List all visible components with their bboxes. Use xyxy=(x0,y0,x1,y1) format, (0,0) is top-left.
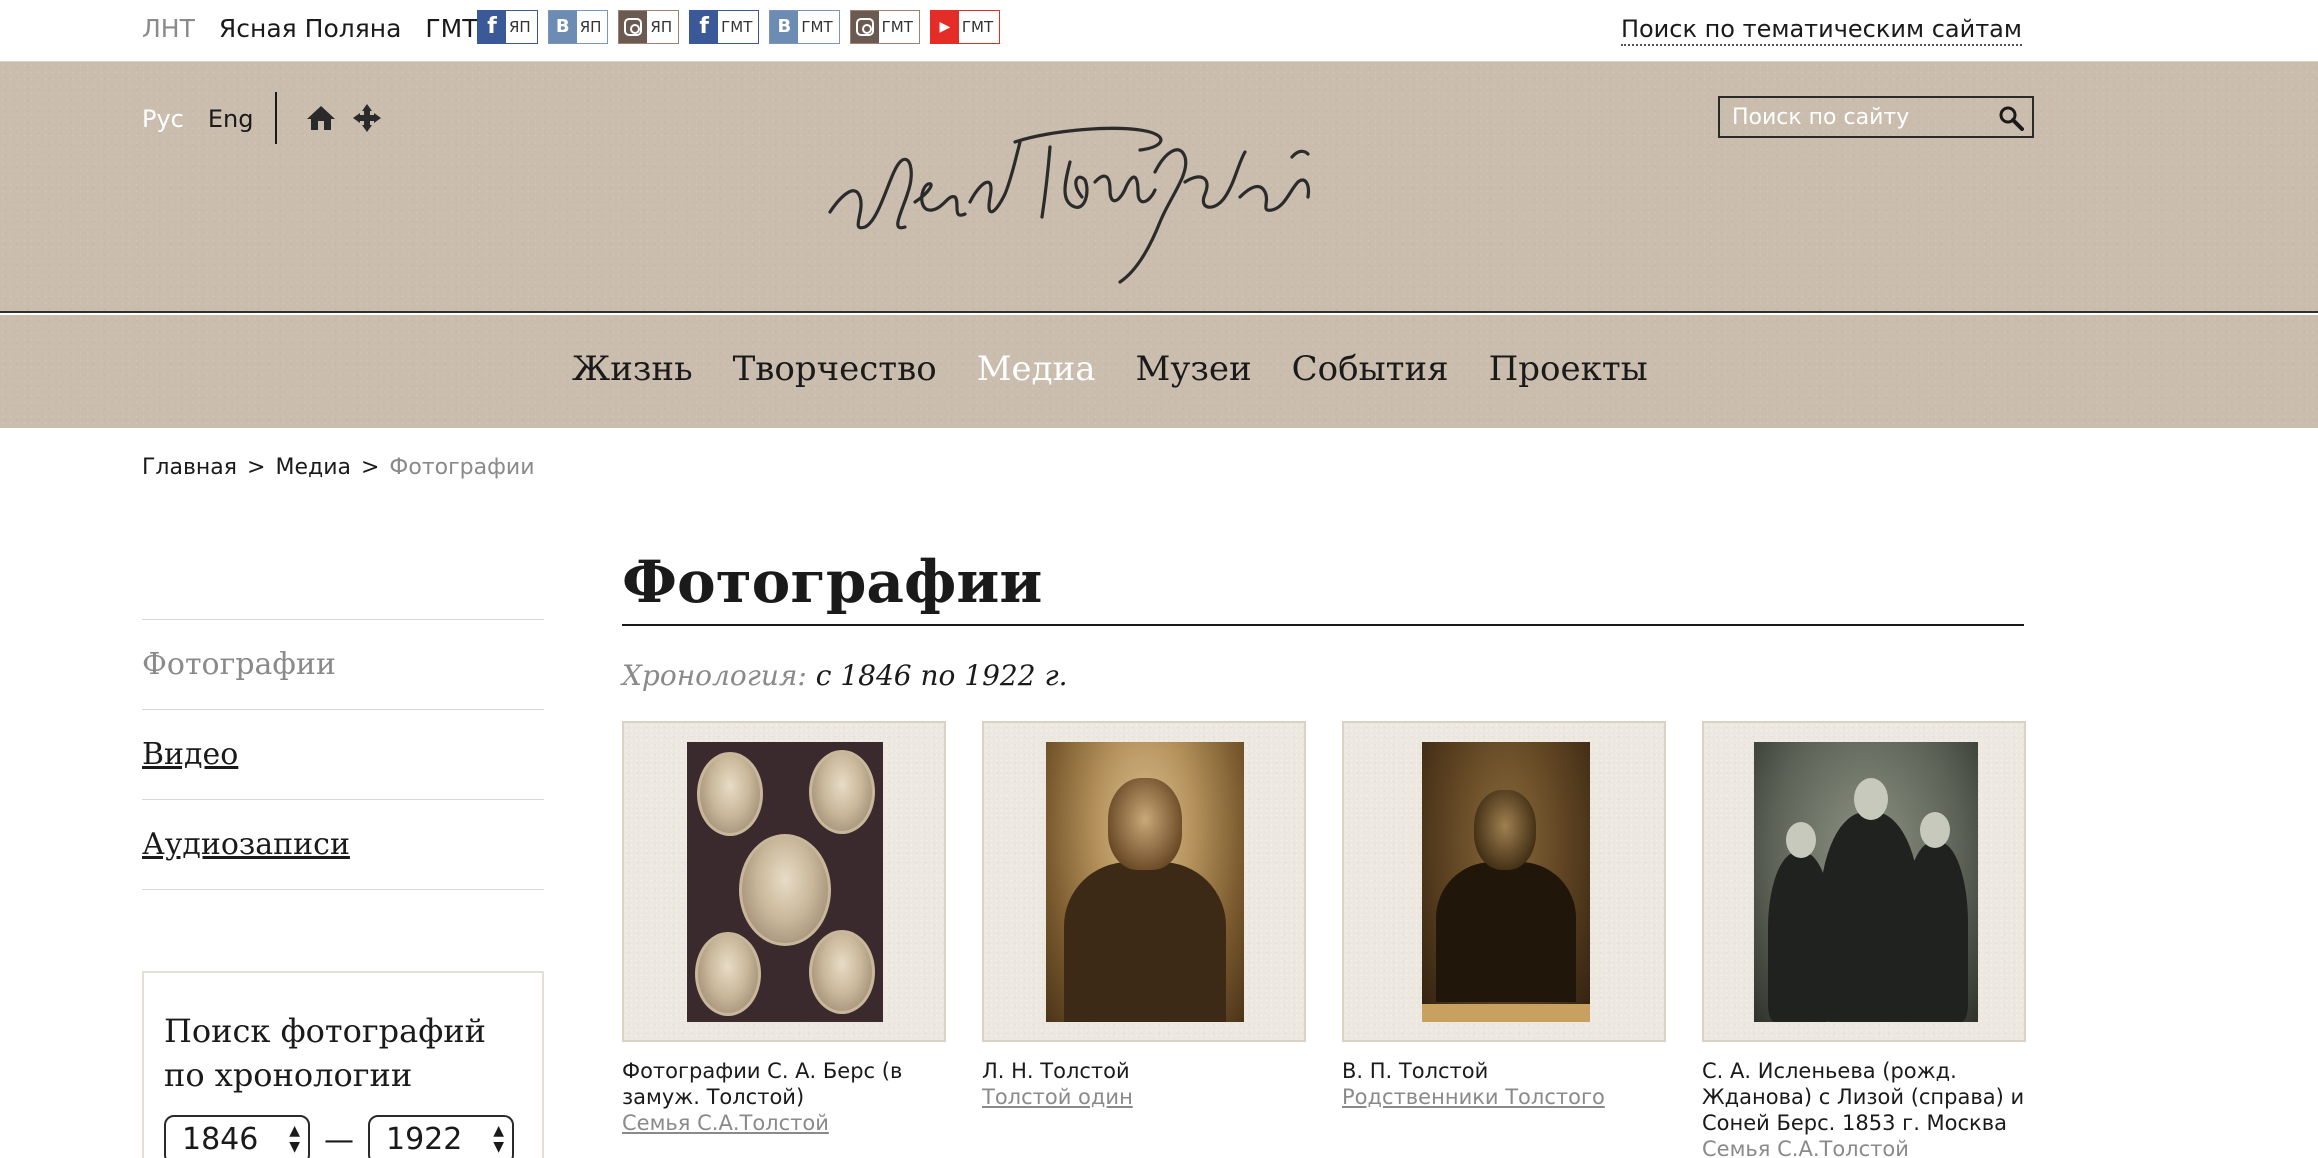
sidebar-item-photos: Фотографии xyxy=(142,619,544,709)
search-icon[interactable] xyxy=(1998,105,2024,131)
facebook-icon: f xyxy=(478,11,506,43)
photo-caption[interactable]: С. А. Исленьева (рожд. Жданова) с Лизой … xyxy=(1702,1058,2026,1136)
stepper-arrows-icon: ▲ ▼ xyxy=(289,1123,300,1155)
nav-item-museums[interactable]: Музеи xyxy=(1136,347,1252,391)
social-youtube-gmt[interactable]: ▶ ГМТ xyxy=(929,10,1001,44)
breadcrumb: Главная > Медиа > Фотографии xyxy=(142,453,535,483)
lang-en[interactable]: Eng xyxy=(208,104,254,134)
sidebar-menu: Фотографии Видео Аудиозаписи xyxy=(142,619,544,890)
photo-image xyxy=(687,742,883,1022)
photo-thumbnail[interactable] xyxy=(622,721,946,1042)
youtube-icon: ▶ xyxy=(930,11,959,43)
language-switch: Рус Eng xyxy=(142,104,253,134)
photo-category-link[interactable]: Семья С.А.Толстой xyxy=(622,1110,946,1136)
facebook-icon: f xyxy=(690,11,719,43)
social-facebook-gmt[interactable]: f ГМТ xyxy=(689,10,760,44)
site-link-yasnaya-polyana[interactable]: Ясная Поляна xyxy=(219,14,402,44)
site-link-lnt[interactable]: ЛНТ xyxy=(142,14,195,44)
site-search xyxy=(1718,96,2034,138)
photo-category-link[interactable]: Толстой один xyxy=(982,1084,1306,1110)
header-divider xyxy=(275,92,277,144)
photo-image xyxy=(1754,742,1978,1022)
stepper-arrows-icon: ▲ ▼ xyxy=(493,1123,504,1155)
photo-thumbnail[interactable] xyxy=(1702,721,2026,1042)
social-vk-yp[interactable]: B ЯП xyxy=(547,10,609,44)
social-instagram-gmt[interactable]: ГМТ xyxy=(849,10,920,44)
site-link-gmt[interactable]: ГМТ xyxy=(425,14,477,44)
chronology-search-title: Поиск фотографий по хронологии xyxy=(164,1012,486,1094)
photo-card: С. А. Исленьева (рожд. Жданова) с Лизой … xyxy=(1702,721,2026,1158)
vk-icon: B xyxy=(770,11,799,43)
main-nav: Жизнь Творчество Медиа Музеи События Про… xyxy=(0,315,2318,428)
photo-category-link[interactable]: Родственники Толстого xyxy=(1342,1084,1666,1110)
photo-category-link[interactable]: Семья С.А.Толстой xyxy=(1702,1136,2026,1158)
lang-ru[interactable]: Рус xyxy=(142,104,184,134)
sidebar-divider xyxy=(142,889,544,890)
breadcrumb-separator: > xyxy=(247,455,266,480)
theme-sites-search-link[interactable]: Поиск по тематическим сайтам xyxy=(1620,14,2022,46)
photo-image xyxy=(1046,742,1244,1022)
photo-caption[interactable]: Фотографии С. А. Берс (в замуж. Толстой) xyxy=(622,1058,946,1110)
nav-item-media[interactable]: Медиа xyxy=(977,347,1096,391)
photo-thumbnail[interactable] xyxy=(1342,721,1666,1042)
year-to-select[interactable]: 1922 ▲ ▼ xyxy=(368,1115,514,1158)
breadcrumb-media[interactable]: Медиа xyxy=(275,453,351,483)
sidebar-item-label: Фотографии xyxy=(142,647,336,682)
site-links: ЛНТ Ясная Поляна ГМТ xyxy=(142,14,478,44)
instagram-icon xyxy=(850,11,879,43)
photo-card: Фотографии С. А. Берс (в замуж. Толстой)… xyxy=(622,721,946,1158)
chronology-info: Хронология: с 1846 по 1922 г. xyxy=(622,656,1068,696)
social-facebook-yp[interactable]: f ЯП xyxy=(477,10,538,44)
home-icon[interactable] xyxy=(306,104,336,132)
breadcrumb-home[interactable]: Главная xyxy=(142,453,237,483)
top-bar: ЛНТ Ясная Поляна ГМТ f ЯП B ЯП ЯП f ГМТ … xyxy=(0,0,2318,62)
sitemap-icon[interactable] xyxy=(352,103,382,133)
nav-item-creativity[interactable]: Творчество xyxy=(733,347,937,391)
sidebar-item-label[interactable]: Аудиозаписи xyxy=(142,827,350,862)
breadcrumb-separator: > xyxy=(360,455,380,480)
social-instagram-yp[interactable]: ЯП xyxy=(618,10,680,44)
chronology-label: Хронология: xyxy=(622,659,807,692)
breadcrumb-current: Фотографии xyxy=(389,455,535,480)
photo-image xyxy=(1422,742,1590,1022)
range-dash: — xyxy=(324,1122,354,1158)
photo-card: В. П. Толстой Родственники Толстого xyxy=(1342,721,1666,1158)
social-links: f ЯП B ЯП ЯП f ГМТ B ГМТ ГМТ ▶ ГМТ xyxy=(477,10,1001,44)
site-header: Рус Eng xyxy=(0,62,2318,313)
vk-icon: B xyxy=(548,11,577,43)
photo-thumbnail[interactable] xyxy=(982,721,1306,1042)
sidebar-item-label[interactable]: Видео xyxy=(142,737,238,772)
sidebar-item-audio[interactable]: Аудиозаписи xyxy=(142,799,544,889)
year-range: 1846 ▲ ▼ — 1922 ▲ ▼ xyxy=(164,1115,522,1158)
page-title: Фотографии xyxy=(622,546,2024,626)
photo-card: Л. Н. Толстой Толстой один xyxy=(982,721,1306,1158)
instagram-icon xyxy=(619,11,648,43)
year-from-select[interactable]: 1846 ▲ ▼ xyxy=(164,1115,310,1158)
social-vk-gmt[interactable]: B ГМТ xyxy=(769,10,840,44)
sidebar-item-video[interactable]: Видео xyxy=(142,709,544,799)
photo-caption[interactable]: Л. Н. Толстой xyxy=(982,1058,1306,1084)
site-search-input[interactable] xyxy=(1720,98,1990,136)
tolstoy-signature-icon[interactable] xyxy=(820,102,1340,292)
chronology-value: с 1846 по 1922 г. xyxy=(815,659,1068,692)
nav-item-life[interactable]: Жизнь xyxy=(572,347,693,391)
photo-caption[interactable]: В. П. Толстой xyxy=(1342,1058,1666,1084)
photo-gallery: Фотографии С. А. Берс (в замуж. Толстой)… xyxy=(622,721,2026,1158)
nav-item-events[interactable]: События xyxy=(1292,347,1449,391)
chronology-search-box: Поиск фотографий по хронологии 1846 ▲ ▼ —… xyxy=(142,971,544,1158)
nav-item-projects[interactable]: Проекты xyxy=(1489,347,1648,391)
